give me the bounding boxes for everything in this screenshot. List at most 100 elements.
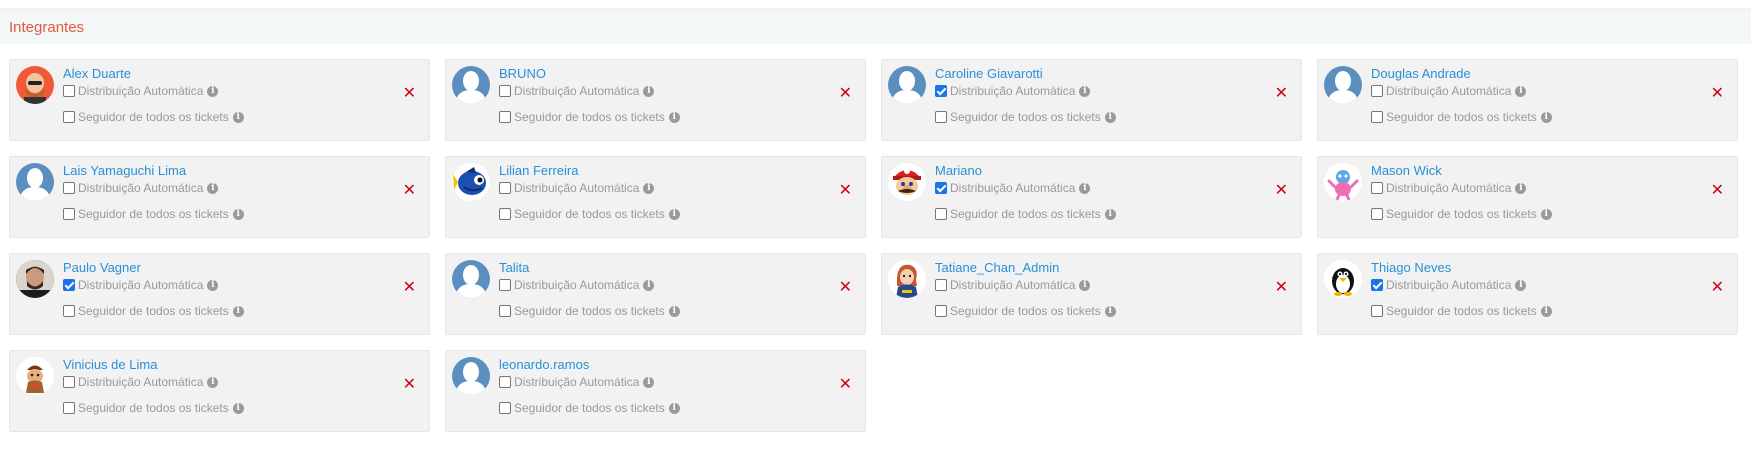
info-icon[interactable]: i	[668, 111, 680, 123]
member-name-link[interactable]: Caroline Giavarotti	[935, 66, 1043, 81]
member-card: Mason Wick Distribuição Automática i Seguid…	[1317, 156, 1738, 238]
info-icon[interactable]: i	[1104, 208, 1116, 220]
auto-distribution-option: Distribuição Automática i	[499, 278, 655, 292]
auto-distribution-checkbox[interactable]	[499, 376, 511, 388]
member-name-link[interactable]: Lilian Ferreira	[499, 163, 578, 178]
info-icon[interactable]: i	[1104, 111, 1116, 123]
auto-distribution-checkbox[interactable]	[1371, 279, 1383, 291]
follower-all-tickets-option: Seguidor de todos os tickets i	[499, 304, 680, 318]
remove-member-icon[interactable]: ✕	[839, 377, 852, 393]
info-icon[interactable]: i	[207, 182, 219, 194]
member-name-link[interactable]: Mason Wick	[1371, 163, 1442, 178]
member-name-link[interactable]: Douglas Andrade	[1371, 66, 1471, 81]
auto-distribution-label: Distribuição Automática	[78, 181, 204, 195]
follower-all-tickets-checkbox[interactable]	[63, 305, 75, 317]
follower-all-tickets-checkbox[interactable]	[63, 111, 75, 123]
auto-distribution-checkbox[interactable]	[499, 85, 511, 97]
info-icon[interactable]: i	[1515, 85, 1527, 97]
member-name-link[interactable]: Thiago Neves	[1371, 260, 1451, 275]
info-icon[interactable]: i	[1079, 279, 1091, 291]
info-icon[interactable]: i	[668, 402, 680, 414]
member-card: Vinicius de Lima Distribuição Automática i…	[9, 350, 430, 432]
member-card: Tatiane_Chan_Admin Distribuição Automátic…	[881, 253, 1302, 335]
info-icon[interactable]: i	[1515, 279, 1527, 291]
info-icon[interactable]: i	[1540, 305, 1552, 317]
member-name-link[interactable]: Tatiane_Chan_Admin	[935, 260, 1059, 275]
info-icon[interactable]: i	[1540, 208, 1552, 220]
default-user-avatar	[1324, 66, 1362, 104]
follower-all-tickets-label: Seguidor de todos os tickets	[78, 304, 229, 318]
follower-all-tickets-option: Seguidor de todos os tickets i	[63, 401, 244, 415]
follower-all-tickets-checkbox[interactable]	[63, 402, 75, 414]
auto-distribution-checkbox[interactable]	[1371, 182, 1383, 194]
info-icon[interactable]: i	[207, 376, 219, 388]
info-icon[interactable]: i	[643, 182, 655, 194]
follower-all-tickets-checkbox[interactable]	[63, 208, 75, 220]
auto-distribution-checkbox[interactable]	[935, 279, 947, 291]
remove-member-icon[interactable]: ✕	[403, 280, 416, 296]
member-name-link[interactable]: Alex Duarte	[63, 66, 131, 81]
follower-all-tickets-checkbox[interactable]	[499, 111, 511, 123]
remove-member-icon[interactable]: ✕	[403, 86, 416, 102]
info-icon[interactable]: i	[1515, 182, 1527, 194]
auto-distribution-checkbox[interactable]	[63, 279, 75, 291]
member-card: Lais Yamaguchi Lima Distribuição Automáti…	[9, 156, 430, 238]
follower-all-tickets-checkbox[interactable]	[499, 305, 511, 317]
follower-all-tickets-checkbox[interactable]	[1371, 305, 1383, 317]
member-name-link[interactable]: Paulo Vagner	[63, 260, 141, 275]
member-name-link[interactable]: Lais Yamaguchi Lima	[63, 163, 186, 178]
remove-member-icon[interactable]: ✕	[1275, 280, 1288, 296]
info-icon[interactable]: i	[207, 279, 219, 291]
info-icon[interactable]: i	[232, 208, 244, 220]
follower-all-tickets-checkbox[interactable]	[935, 305, 947, 317]
follower-all-tickets-checkbox[interactable]	[935, 208, 947, 220]
info-icon[interactable]: i	[643, 376, 655, 388]
follower-all-tickets-label: Seguidor de todos os tickets	[514, 401, 665, 415]
pink-creature-avatar	[1324, 163, 1362, 201]
member-name-link[interactable]: Talita	[499, 260, 529, 275]
info-icon[interactable]: i	[1104, 305, 1116, 317]
auto-distribution-checkbox[interactable]	[499, 182, 511, 194]
info-icon[interactable]: i	[232, 402, 244, 414]
follower-all-tickets-checkbox[interactable]	[499, 208, 511, 220]
remove-member-icon[interactable]: ✕	[839, 86, 852, 102]
follower-all-tickets-checkbox[interactable]	[499, 402, 511, 414]
follower-all-tickets-checkbox[interactable]	[935, 111, 947, 123]
info-icon[interactable]: i	[1079, 85, 1091, 97]
auto-distribution-checkbox[interactable]	[63, 85, 75, 97]
info-icon[interactable]: i	[643, 279, 655, 291]
auto-distribution-checkbox[interactable]	[499, 279, 511, 291]
auto-distribution-checkbox[interactable]	[1371, 85, 1383, 97]
remove-member-icon[interactable]: ✕	[403, 377, 416, 393]
remove-member-icon[interactable]: ✕	[1711, 183, 1724, 199]
info-icon[interactable]: i	[1079, 182, 1091, 194]
auto-distribution-checkbox[interactable]	[935, 182, 947, 194]
remove-member-icon[interactable]: ✕	[403, 183, 416, 199]
remove-member-icon[interactable]: ✕	[839, 280, 852, 296]
follower-all-tickets-checkbox[interactable]	[1371, 111, 1383, 123]
info-icon[interactable]: i	[232, 111, 244, 123]
info-icon[interactable]: i	[668, 208, 680, 220]
info-icon[interactable]: i	[668, 305, 680, 317]
member-name-link[interactable]: Mariano	[935, 163, 982, 178]
follower-all-tickets-checkbox[interactable]	[1371, 208, 1383, 220]
auto-distribution-label: Distribuição Automática	[514, 181, 640, 195]
info-icon[interactable]: i	[232, 305, 244, 317]
remove-member-icon[interactable]: ✕	[839, 183, 852, 199]
auto-distribution-checkbox[interactable]	[63, 376, 75, 388]
member-name-link[interactable]: BRUNO	[499, 66, 546, 81]
info-icon[interactable]: i	[643, 85, 655, 97]
remove-member-icon[interactable]: ✕	[1711, 86, 1724, 102]
auto-distribution-checkbox[interactable]	[63, 182, 75, 194]
member-name-link[interactable]: Vinicius de Lima	[63, 357, 157, 372]
follower-all-tickets-option: Seguidor de todos os tickets i	[63, 304, 244, 318]
member-name-link[interactable]: leonardo.ramos	[499, 357, 589, 372]
info-icon[interactable]: i	[207, 85, 219, 97]
remove-member-icon[interactable]: ✕	[1711, 280, 1724, 296]
info-icon[interactable]: i	[1540, 111, 1552, 123]
remove-member-icon[interactable]: ✕	[1275, 183, 1288, 199]
auto-distribution-checkbox[interactable]	[935, 85, 947, 97]
follower-all-tickets-label: Seguidor de todos os tickets	[514, 207, 665, 221]
remove-member-icon[interactable]: ✕	[1275, 86, 1288, 102]
follower-all-tickets-option: Seguidor de todos os tickets i	[1371, 110, 1552, 124]
